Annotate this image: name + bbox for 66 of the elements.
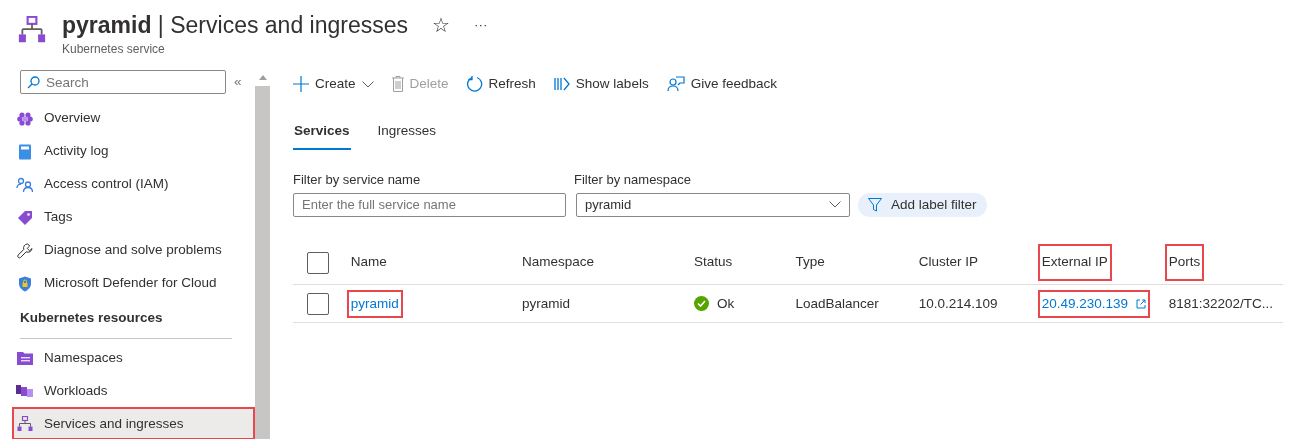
- external-link-icon: [1136, 298, 1147, 309]
- search-field[interactable]: Search: [20, 70, 226, 94]
- folder-icon: [16, 350, 34, 365]
- table-cell-text: pyramid: [520, 294, 571, 313]
- column-header[interactable]: Ports: [1164, 244, 1205, 281]
- column-header[interactable]: Cluster IP: [914, 244, 982, 281]
- feedback-icon: [666, 76, 685, 92]
- sidebar-item[interactable]: Overview: [12, 102, 255, 135]
- add-filter-button[interactable]: Add label filter: [858, 192, 987, 217]
- field-label: Filter by service name: [293, 171, 422, 190]
- sidebar-item[interactable]: Activity log: [12, 135, 255, 168]
- checkbox[interactable]: [307, 292, 329, 315]
- network-icon: [18, 16, 46, 44]
- favorite-star[interactable]: ☆: [432, 10, 451, 40]
- column-header[interactable]: Namespace: [517, 244, 598, 281]
- refresh-icon: [466, 76, 483, 92]
- dropdown-field[interactable]: pyramid: [576, 192, 850, 217]
- people-icon: [16, 176, 34, 193]
- log-book-icon: [16, 143, 34, 160]
- tab[interactable]: Ingresses: [376, 115, 438, 151]
- labels-icon: [553, 76, 570, 92]
- scroll-up-icon: [258, 74, 267, 80]
- checkbox[interactable]: [307, 251, 329, 274]
- sidebar-item[interactable]: Microsoft Defender for Cloud: [12, 267, 255, 300]
- trash-icon: [391, 76, 404, 92]
- toolbar-button[interactable]: Give feedback: [666, 73, 777, 95]
- cubes-icon: [16, 383, 34, 398]
- plus-icon: [293, 76, 309, 92]
- link[interactable]: pyramid: [346, 289, 403, 318]
- chevron-down-icon: [361, 80, 374, 88]
- sidebar-item[interactable]: Workloads: [12, 374, 255, 408]
- link[interactable]: 20.49.230.139: [1037, 289, 1151, 318]
- sidebar-item[interactable]: Services and ingresses: [12, 407, 255, 439]
- check-circle-icon: [693, 296, 709, 312]
- more-button[interactable]: ···: [474, 14, 488, 36]
- tag-icon: [16, 209, 34, 226]
- shield-icon: [16, 275, 34, 292]
- text-field[interactable]: Enter the full service name: [293, 192, 566, 217]
- table-cell-text: LoadBalancer: [794, 294, 880, 313]
- column-header[interactable]: Name: [346, 244, 391, 281]
- toolbar-button[interactable]: Refresh: [466, 73, 536, 95]
- table-cell-text: 8181:32202/TC...: [1167, 294, 1274, 313]
- sidebar-item[interactable]: Tags: [12, 201, 255, 234]
- collapse-button[interactable]: «: [234, 71, 242, 93]
- toolbar-button[interactable]: Show labels: [553, 73, 649, 95]
- page-subtitle: Kubernetes service: [62, 41, 166, 58]
- network-icon: [16, 415, 34, 432]
- page-title: pyramid | Services and ingresses: [62, 11, 409, 40]
- sidebar-item[interactable]: Diagnose and solve problems: [12, 234, 255, 267]
- column-header[interactable]: Status: [689, 244, 737, 281]
- column-header[interactable]: External IP: [1037, 244, 1112, 281]
- wrench-icon: [16, 242, 34, 259]
- table-cell-text: 10.0.214.109: [917, 294, 999, 313]
- status-text: Ok: [689, 289, 739, 318]
- cluster-icon: [16, 110, 34, 127]
- search-icon: [27, 76, 40, 89]
- filter-icon: [868, 197, 882, 212]
- section-heading: Kubernetes resources: [20, 308, 232, 340]
- chevron-down-icon: [829, 201, 841, 209]
- scrollbar[interactable]: [255, 68, 270, 439]
- toolbar-button[interactable]: Create: [293, 73, 374, 95]
- column-header[interactable]: Type: [791, 244, 829, 281]
- sidebar-item[interactable]: Namespaces: [12, 341, 255, 375]
- field-label: Filter by namespace: [574, 171, 693, 190]
- sidebar-item[interactable]: Access control (IAM): [12, 168, 255, 201]
- tab[interactable]: Services: [293, 115, 351, 151]
